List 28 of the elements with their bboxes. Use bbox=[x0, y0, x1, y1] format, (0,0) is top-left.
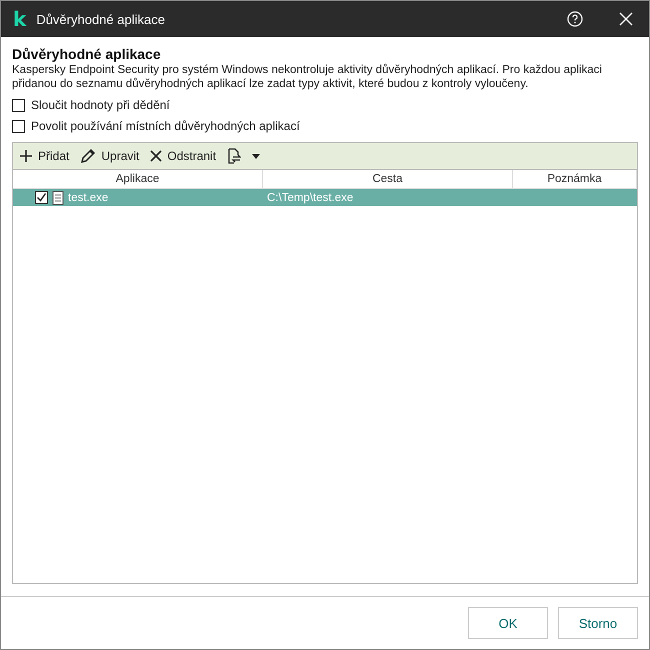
checkbox-label: Sloučit hodnoty při dědění bbox=[31, 98, 170, 112]
pencil-icon bbox=[80, 148, 96, 164]
document-icon bbox=[52, 190, 64, 205]
import-button[interactable] bbox=[227, 148, 260, 164]
plus-icon bbox=[19, 149, 33, 163]
cancel-button[interactable]: Storno bbox=[558, 607, 638, 639]
column-header[interactable]: Aplikace bbox=[13, 170, 263, 188]
section-heading: Důvěryhodné aplikace bbox=[12, 46, 162, 62]
ok-button[interactable]: OK bbox=[468, 607, 548, 639]
add-button[interactable]: Přidat bbox=[19, 149, 70, 163]
table-cell: C:\Temp\test.exe bbox=[267, 192, 354, 204]
checkbox[interactable] bbox=[12, 98, 25, 112]
close-icon bbox=[619, 12, 633, 26]
column-header[interactable]: Poznámka bbox=[513, 170, 637, 188]
column-header[interactable]: Cesta bbox=[263, 170, 513, 188]
help-icon bbox=[567, 11, 583, 27]
logo: k bbox=[13, 9, 26, 29]
checkbox[interactable] bbox=[12, 120, 25, 132]
remove-button[interactable]: Odstranit bbox=[150, 149, 216, 163]
close-icon bbox=[150, 150, 162, 162]
checkbox[interactable] bbox=[35, 191, 48, 204]
description: Kaspersky Endpoint Security pro systém Windows nekontroluje aktivity důvěryhodných aplikací. Pro každou aplikaci přidanou do seznamu důvěryhodných aplikací lze zadat typy aktivit, které budou z kontroly vyloučeny. bbox=[12, 63, 603, 91]
edit-button[interactable]: Upravit bbox=[80, 148, 140, 164]
caret-icon bbox=[252, 154, 260, 158]
checkbox-label: Povolit používání místních důvěryhodných aplikací bbox=[31, 119, 300, 133]
table-cell: test.exe bbox=[68, 192, 108, 204]
window-title: Důvěryhodné aplikace bbox=[36, 12, 166, 26]
document-arrows-icon bbox=[227, 148, 242, 164]
